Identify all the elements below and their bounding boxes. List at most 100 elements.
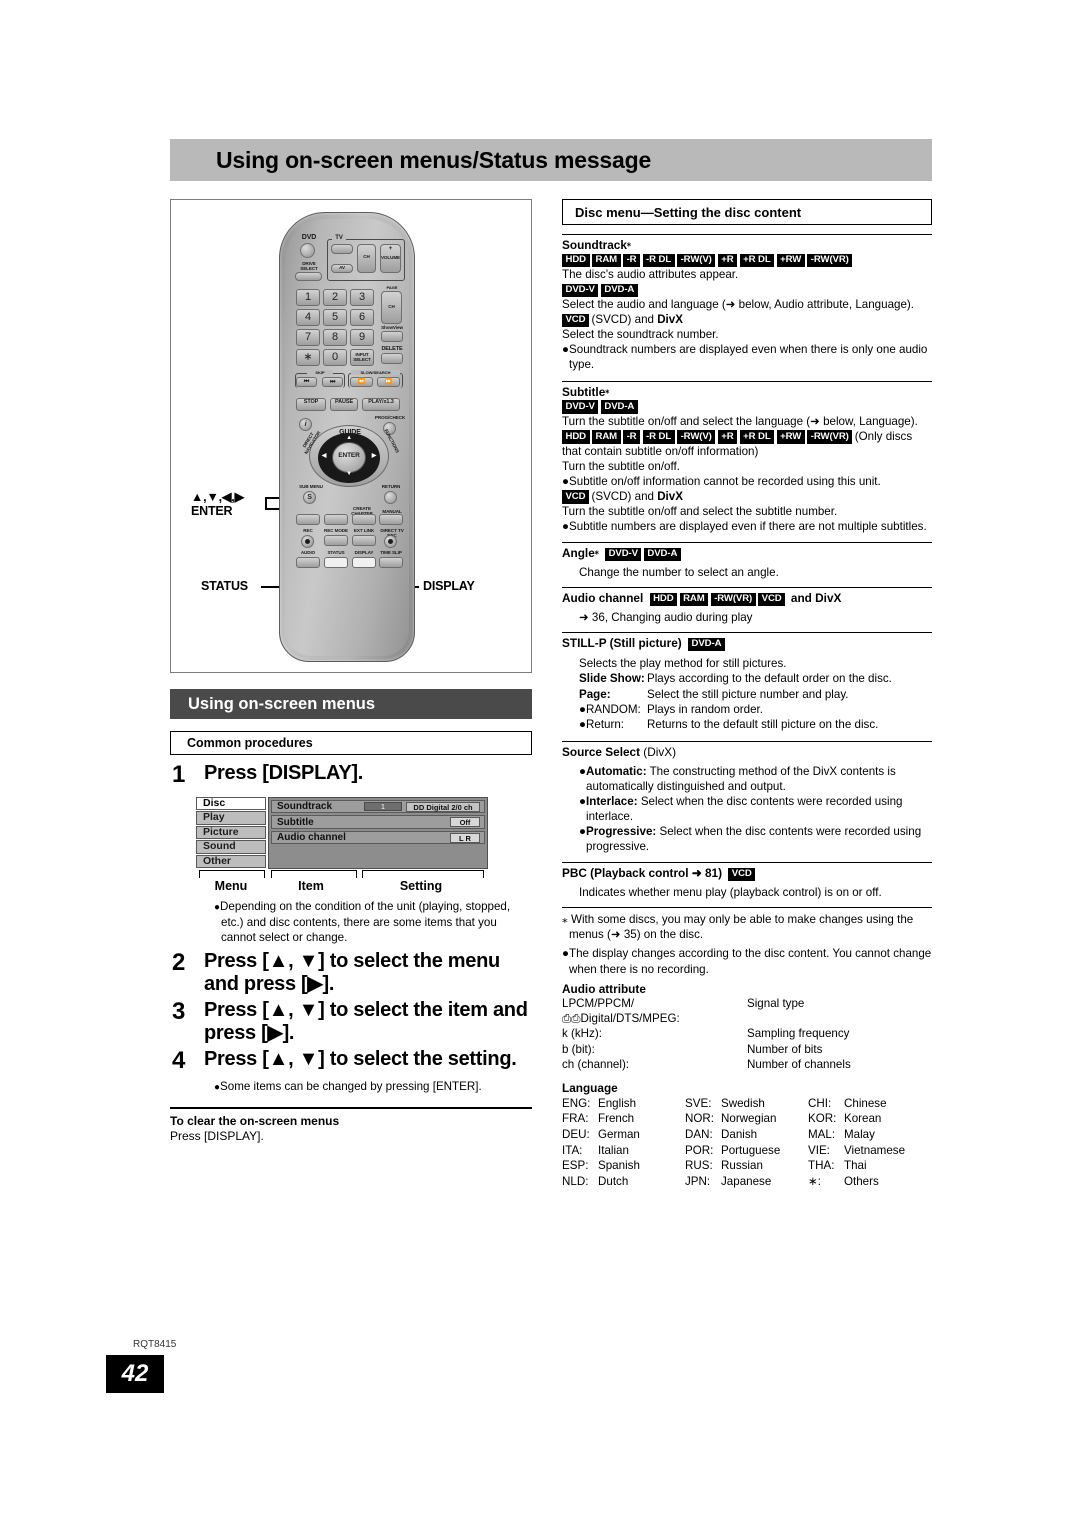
- step-2-text: Press [▲, ▼] to select the menu and pres…: [204, 949, 500, 996]
- remote-blank-button-2[interactable]: [324, 514, 348, 525]
- badge-dvd-v: DVD-V: [562, 283, 599, 298]
- osd-row-soundtrack[interactable]: Soundtrack 1 DD Digital 2/0 ch: [271, 799, 485, 814]
- remote-rec-mode-button[interactable]: [324, 535, 348, 546]
- badge-vcd-2: VCD: [562, 490, 589, 504]
- subtitle-line-4-bold: DivX: [657, 489, 683, 503]
- language-name-2-5: Others: [844, 1174, 879, 1188]
- audio-attribute-heading: Audio attribute: [562, 981, 646, 996]
- badge-rw-vr-3: -RW(VR): [710, 592, 756, 607]
- language-code-2-3: VIE:: [808, 1143, 830, 1157]
- language-name-1-5: Japanese: [721, 1174, 772, 1188]
- remote-manual-skip-button[interactable]: [379, 514, 403, 525]
- remote-key-2-label: 2: [331, 291, 339, 303]
- remote-audio-button[interactable]: [296, 557, 320, 568]
- remote-label-dvd: DVD: [301, 234, 317, 241]
- source-select-opt-interlace: ●Interlace: Select when the disc content…: [579, 795, 903, 824]
- still-p-title-text: STILL-P (Still picture): [562, 636, 682, 651]
- badge-dvd-a-2: DVD-A: [600, 400, 638, 414]
- step-1-note-text: Depending on the condition of the unit (…: [220, 900, 511, 945]
- section-subtitle: Subtitle⁎ DVD-V DVD-A Turn the subtitle o…: [562, 380, 932, 535]
- remote-label-volume: VOLUME: [380, 255, 401, 260]
- remote-label-skip: SKIP: [307, 370, 333, 375]
- step-4: 4 Press [▲, ▼] to select the setting.: [170, 1047, 532, 1075]
- soundtrack-badges-3: VCD (SVCD) and DivX: [562, 312, 932, 328]
- language-name-0-5: Dutch: [598, 1174, 629, 1188]
- osd-brace-item: [271, 870, 357, 879]
- remote-display-button[interactable]: [352, 557, 376, 568]
- remote-ext-link-button[interactable]: [352, 535, 376, 546]
- remote-label-sub-menu: SUB MENU: [299, 484, 323, 489]
- language-heading: Language: [562, 1080, 618, 1095]
- osd-menu-item-picture[interactable]: Picture: [196, 825, 266, 840]
- source-select-title-text: Source Select: [562, 744, 641, 759]
- remote-key-4-label: 4: [304, 311, 312, 323]
- remote-return-button[interactable]: [384, 491, 397, 504]
- remote-label-tv: TV: [332, 235, 346, 242]
- remote-create-chapter-button[interactable]: [352, 514, 376, 525]
- source-select-key-automatic: Automatic:: [586, 764, 647, 778]
- remote-delete-button[interactable]: [381, 353, 403, 364]
- subtitle-line-1: Turn the subtitle on/off and select the …: [562, 414, 918, 428]
- subtitle-badges-1: DVD-V DVD-A: [562, 399, 932, 414]
- clear-menus-heading: To clear the on-screen menus: [170, 1114, 340, 1129]
- badge-dvd-v-3: DVD-V: [605, 547, 642, 562]
- badge-dvd-a-3: DVD-A: [643, 547, 681, 562]
- soundtrack-title-text: Soundtrack: [562, 238, 627, 252]
- source-select-key-progressive: Progressive:: [586, 825, 657, 839]
- soundtrack-title-sup: ⁎: [626, 239, 631, 248]
- section-pbc-title: PBC (Playback control ➜ 81) VCD: [562, 866, 932, 882]
- language-name-0-0: English: [598, 1096, 637, 1110]
- language-row-0-2: DEU: German: [562, 1127, 685, 1143]
- badge-hdd-2: HDD: [562, 430, 590, 444]
- language-code-0-1: FRA:: [562, 1112, 589, 1126]
- osd-caption-setting: Setting: [399, 879, 443, 894]
- remote-blank-button-1[interactable]: [296, 514, 320, 525]
- audio-channel-title-suffix: and DivX: [787, 591, 842, 606]
- remote-label-pause: PAUSE: [334, 399, 354, 405]
- remote-showview-button[interactable]: [381, 331, 403, 342]
- badge-plus-rw-2: +RW: [776, 430, 805, 444]
- osd-menu-item-disc[interactable]: Disc: [196, 796, 266, 811]
- remote-inner-shell: DVD DRIVE SELECT TV AV CH + VOLUME 1 2 3…: [285, 219, 409, 656]
- remote-power-button[interactable]: [300, 243, 315, 258]
- audio-attribute-value-2: Number of bits: [747, 1042, 823, 1056]
- language-row-1-5: JPN: Japanese: [685, 1174, 808, 1190]
- audio-attribute-key-1: k (kHz):: [562, 1027, 602, 1041]
- language-code-2-2: MAL:: [808, 1127, 836, 1141]
- subtitle-line-4-prefix: (SVCD) and: [591, 489, 658, 503]
- osd-row-subtitle[interactable]: Subtitle Off: [271, 815, 485, 829]
- remote-info-icon: i: [304, 421, 307, 428]
- subtitle-bullet-2: ●Subtitle numbers are displayed even if …: [562, 520, 927, 533]
- osd-menu-item-other[interactable]: Other: [196, 854, 266, 869]
- subtitle-bullet-1: ●Subtitle on/off information cannot be r…: [562, 474, 881, 488]
- osd-caption-item: Item: [298, 879, 324, 894]
- remote-drive-select-button[interactable]: [295, 272, 322, 281]
- step-1-note: ●Depending on the condition of the unit …: [214, 899, 532, 945]
- language-name-1-2: Danish: [721, 1127, 758, 1141]
- soundtrack-line-3-prefix: (SVCD) and: [591, 313, 658, 327]
- still-p-line-1: Selects the play method for still pictur…: [579, 657, 787, 671]
- language-code-1-1: NOR:: [685, 1112, 714, 1126]
- badge-plus-r-dl: +R DL: [739, 253, 775, 267]
- remote-dpad-left-icon: ◀: [321, 453, 327, 459]
- language-code-0-5: NLD:: [562, 1174, 589, 1188]
- section-banner-label: Using on-screen menus: [188, 694, 376, 713]
- remote-dpad-up-icon: ▲: [346, 435, 352, 441]
- still-p-def-slide-show: Slide Show: Plays according to the defau…: [579, 671, 932, 686]
- remote-status-button[interactable]: [324, 557, 348, 568]
- osd-menu-item-sound[interactable]: Sound: [196, 840, 266, 854]
- remote-time-slip-button[interactable]: [379, 557, 403, 568]
- badge-hdd: HDD: [562, 253, 590, 267]
- still-p-value-slide-show: Plays according to the default order on …: [647, 672, 892, 686]
- disc-menu-header-label: Disc menu—Setting the disc content: [575, 204, 802, 220]
- remote-label-ch: CH: [363, 254, 370, 259]
- badge-ram-2: RAM: [592, 430, 621, 444]
- remote-key-7-label: 7: [304, 331, 312, 343]
- remote-label-showview: ShowView: [381, 325, 403, 330]
- footnote-bullet: ●The display changes according to the di…: [562, 947, 932, 976]
- language-column-0: ENG: English FRA: French DEU: German ITA: It…: [562, 1096, 685, 1190]
- osd-menu-item-play[interactable]: Play: [196, 811, 266, 825]
- language-row-1-0: SVE: Swedish: [685, 1096, 808, 1112]
- remote-tv-power-button[interactable]: [331, 244, 353, 254]
- osd-row-audio-channel[interactable]: Audio channel L R: [271, 830, 485, 845]
